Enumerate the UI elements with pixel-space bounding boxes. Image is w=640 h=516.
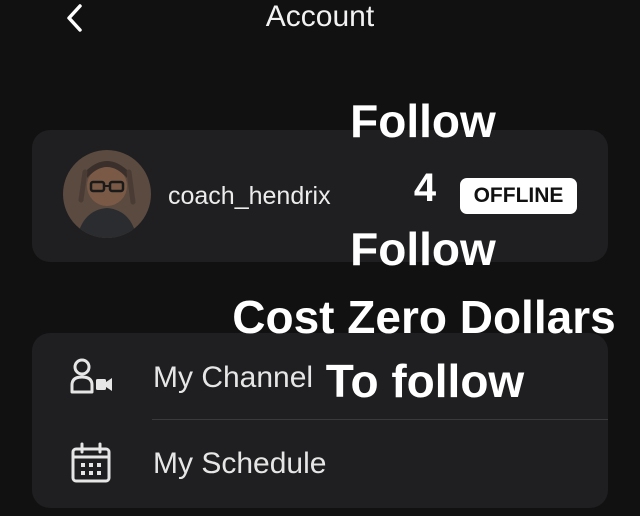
overlay-text-to-follow: To follow bbox=[325, 355, 525, 407]
status-badge: OFFLINE bbox=[460, 178, 577, 214]
page-title: Account bbox=[265, 0, 375, 33]
menu-item-my-schedule[interactable]: My Schedule bbox=[32, 420, 608, 506]
overlay-text-follow: Follow bbox=[350, 95, 496, 147]
overlay-text-follow: Follow bbox=[350, 223, 496, 275]
menu-item-label: My Schedule bbox=[153, 447, 327, 480]
username: coach_hendrix bbox=[168, 182, 331, 210]
overlay-text-cost: Cost Zero Dollars bbox=[232, 291, 616, 343]
menu-item-label: My Channel bbox=[153, 361, 314, 394]
channel-camera-icon bbox=[70, 358, 112, 394]
calendar-icon bbox=[71, 442, 111, 483]
overlay-text-number: 4 bbox=[413, 166, 437, 210]
avatar[interactable] bbox=[63, 150, 151, 238]
